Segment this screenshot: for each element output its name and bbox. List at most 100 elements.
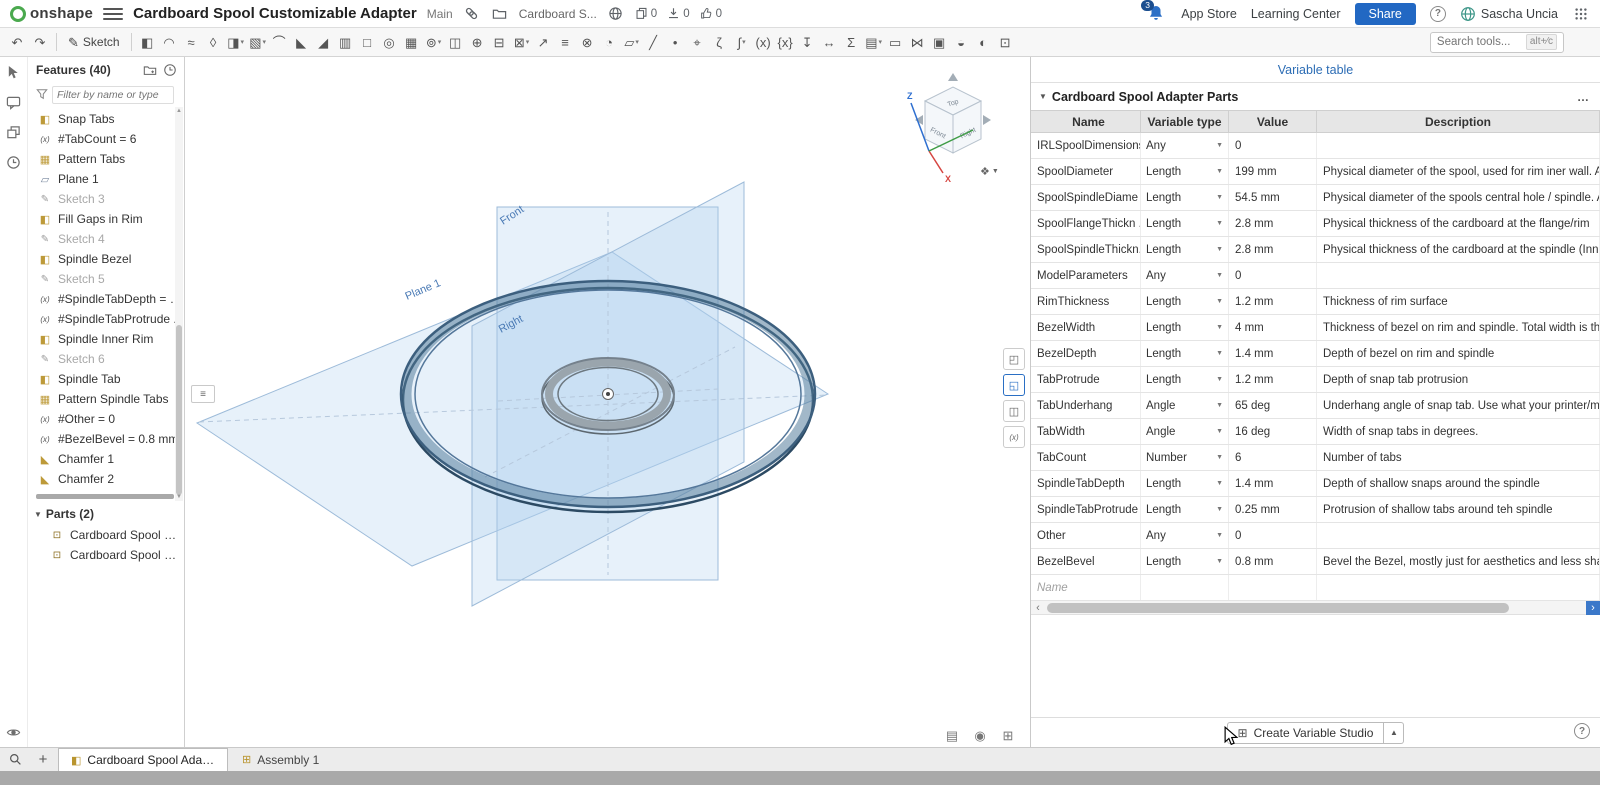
variable-value-cell[interactable]: 16 deg — [1229, 419, 1317, 444]
sheet-metal-icon[interactable]: ▤ ▾ — [863, 30, 885, 54]
variable-value-cell[interactable]: 1.4 mm — [1229, 341, 1317, 366]
variable-description-cell[interactable] — [1317, 133, 1600, 158]
variable-type-dropdown[interactable]: Any ▼ — [1141, 263, 1229, 288]
variable-value-cell[interactable]: 0 — [1229, 133, 1317, 158]
variable-row[interactable]: SpoolDiameter Length ▼ 199 mm Physical d… — [1031, 159, 1600, 185]
add-tab-button[interactable]: + — [30, 748, 56, 771]
feature-item[interactable]: ◣ Chamfer 2 — [28, 469, 184, 489]
record-icon[interactable]: ◉ — [971, 727, 989, 745]
variable-description-cell[interactable]: Thickness of rim surface — [1317, 289, 1600, 314]
variable-description-cell[interactable]: Protrusion of shallow tabs around teh sp… — [1317, 497, 1600, 522]
variable-type-dropdown[interactable]: Length ▼ — [1141, 237, 1229, 262]
follow-mode-icon[interactable] — [5, 123, 23, 141]
measure-icon[interactable]: ↔ — [819, 30, 841, 54]
feature-item[interactable]: ◧ Fill Gaps in Rim — [28, 209, 184, 229]
view-menu-button[interactable]: ❖▼ — [980, 165, 999, 178]
spline-icon[interactable]: ∫ ▾ — [731, 30, 753, 54]
variable-row[interactable]: TabWidth Angle ▼ 16 deg Width of snap ta… — [1031, 419, 1600, 445]
point-icon[interactable]: • — [665, 30, 687, 54]
helix-icon[interactable]: ζ — [709, 30, 731, 54]
apps-grid-icon[interactable] — [1572, 5, 1590, 23]
variable-name-cell[interactable]: ModelParameters — [1031, 263, 1141, 288]
fillet-icon[interactable]: ⌒ — [269, 30, 291, 54]
notifications-button[interactable]: 3 — [1147, 4, 1167, 24]
new-variable-name-placeholder[interactable]: Name — [1031, 575, 1141, 600]
variable-row[interactable]: IRLSpoolDimensions Any ▼ 0 — [1031, 133, 1600, 159]
axis-icon[interactable]: ╱ — [643, 30, 665, 54]
variable-type-dropdown[interactable]: Number ▼ — [1141, 445, 1229, 470]
transform-icon[interactable]: ⊠ ▾ — [511, 30, 533, 54]
appearance-icon[interactable]: ◐ — [973, 30, 995, 54]
variable-name-cell[interactable]: IRLSpoolDimensions — [1031, 133, 1141, 158]
variable-value-cell[interactable]: 2.8 mm — [1229, 237, 1317, 262]
more-menu-icon[interactable]: … — [1577, 90, 1590, 104]
variable-row[interactable]: BezelBevel Length ▼ 0.8 mm Bevel the Bez… — [1031, 549, 1600, 575]
variable-type-dropdown[interactable]: Any ▼ — [1141, 523, 1229, 548]
boundary-surface-icon[interactable]: ▧ ▾ — [247, 30, 269, 54]
document-tab[interactable]: ◧ Cardboard Spool Adapt... — [58, 748, 228, 771]
variable-name-cell[interactable]: RimThickness — [1031, 289, 1141, 314]
boolean-icon[interactable]: ⊕ — [467, 30, 489, 54]
circular-pattern-icon[interactable]: ⊚ ▾ — [423, 30, 445, 54]
variable-value-cell[interactable]: 54.5 mm — [1229, 185, 1317, 210]
variable-name-cell[interactable]: SpindleTabDepth — [1031, 471, 1141, 496]
variable-name-cell[interactable]: SpindleTabProtrude — [1031, 497, 1141, 522]
feature-filter-input[interactable] — [52, 86, 174, 104]
chevron-down-icon[interactable]: ▼ — [1039, 92, 1047, 101]
feature-item[interactable]: ✎ Sketch 3 — [28, 189, 184, 209]
part-item[interactable]: ⊡ Cardboard Spool Spin... — [28, 545, 184, 565]
variable-description-cell[interactable]: Physical diameter of the spool, used for… — [1317, 159, 1600, 184]
variable-name-cell[interactable]: TabCount — [1031, 445, 1141, 470]
move-face-icon[interactable]: ↗ — [533, 30, 555, 54]
feature-item[interactable]: ◧ Spindle Inner Rim — [28, 329, 184, 349]
variable-description-cell[interactable]: Number of tabs — [1317, 445, 1600, 470]
variable-type-dropdown[interactable]: Length ▼ — [1141, 185, 1229, 210]
variable-value-cell[interactable]: 65 deg — [1229, 393, 1317, 418]
variable-description-cell[interactable]: Depth of shallow snaps around the spindl… — [1317, 471, 1600, 496]
help-icon[interactable]: ? — [1574, 723, 1590, 739]
variable-name-cell[interactable]: BezelWidth — [1031, 315, 1141, 340]
variable-icon[interactable]: (x) — [753, 30, 775, 54]
variable-type-dropdown[interactable]: Angle ▼ — [1141, 419, 1229, 444]
variable-row[interactable]: BezelWidth Length ▼ 4 mm Thickness of be… — [1031, 315, 1600, 341]
features-vertical-scrollbar[interactable]: ▲ ▼ — [175, 107, 183, 501]
variable-type-dropdown[interactable]: Any ▼ — [1141, 133, 1229, 158]
delete-part-icon[interactable]: ⊗ — [577, 30, 599, 54]
part-item[interactable]: ⊡ Cardboard Spool Rim ... — [28, 525, 184, 545]
document-tab[interactable]: ⊞ Assembly 1 — [230, 748, 331, 771]
user-menu[interactable]: Sascha Uncia — [1460, 6, 1558, 22]
plane1-label[interactable]: Plane 1 — [403, 277, 442, 303]
history-icon[interactable] — [5, 153, 23, 171]
variable-value-cell[interactable]: 2.8 mm — [1229, 211, 1317, 236]
variable-name-cell[interactable]: BezelBevel — [1031, 549, 1141, 574]
scroll-left-arrow[interactable]: ‹ — [1031, 601, 1045, 615]
sketch-button[interactable]: ✎ Sketch — [62, 30, 126, 54]
variable-type-dropdown[interactable]: Length ▼ — [1141, 549, 1229, 574]
variable-studio-icon[interactable]: {x} — [775, 30, 797, 54]
visibility-icon[interactable] — [5, 723, 23, 741]
variable-row[interactable]: SpoolSpindleDiame ... Length ▼ 54.5 mm P… — [1031, 185, 1600, 211]
create-variable-studio-button[interactable]: ⊞ Create Variable Studio — [1227, 722, 1385, 744]
import-icon[interactable]: ↧ — [797, 30, 819, 54]
variable-value-cell[interactable]: 4 mm — [1229, 315, 1317, 340]
onshape-logo[interactable]: onshape — [10, 5, 93, 22]
feature-item[interactable]: (x) #Other = 0 — [28, 409, 184, 429]
variable-name-cell[interactable]: TabWidth — [1031, 419, 1141, 444]
scrollbar-thumb[interactable] — [176, 325, 182, 495]
variable-description-cell[interactable]: Width of snap tabs in degrees. — [1317, 419, 1600, 444]
link-icon[interactable] — [463, 5, 481, 23]
variable-description-cell[interactable]: Physical diameter of the spools central … — [1317, 185, 1600, 210]
variable-description-cell[interactable] — [1317, 523, 1600, 548]
thicken-icon[interactable]: ◨ ▾ — [225, 30, 247, 54]
modify-fillet-icon[interactable]: ◔ — [599, 30, 621, 54]
variable-type-dropdown[interactable]: Length ▼ — [1141, 159, 1229, 184]
rollback-history-icon[interactable] — [162, 62, 178, 78]
variable-value-cell[interactable]: 199 mm — [1229, 159, 1317, 184]
shell-icon[interactable]: □ — [357, 30, 379, 54]
variable-value-cell[interactable]: 0 — [1229, 523, 1317, 548]
variable-description-cell[interactable]: Physical thickness of the cardboard at t… — [1317, 211, 1600, 236]
feature-item[interactable]: ◧ Spindle Tab — [28, 369, 184, 389]
feature-item[interactable]: ◣ Chamfer 1 — [28, 449, 184, 469]
rollback-bar[interactable] — [36, 494, 174, 499]
variable-description-cell[interactable] — [1317, 263, 1600, 288]
